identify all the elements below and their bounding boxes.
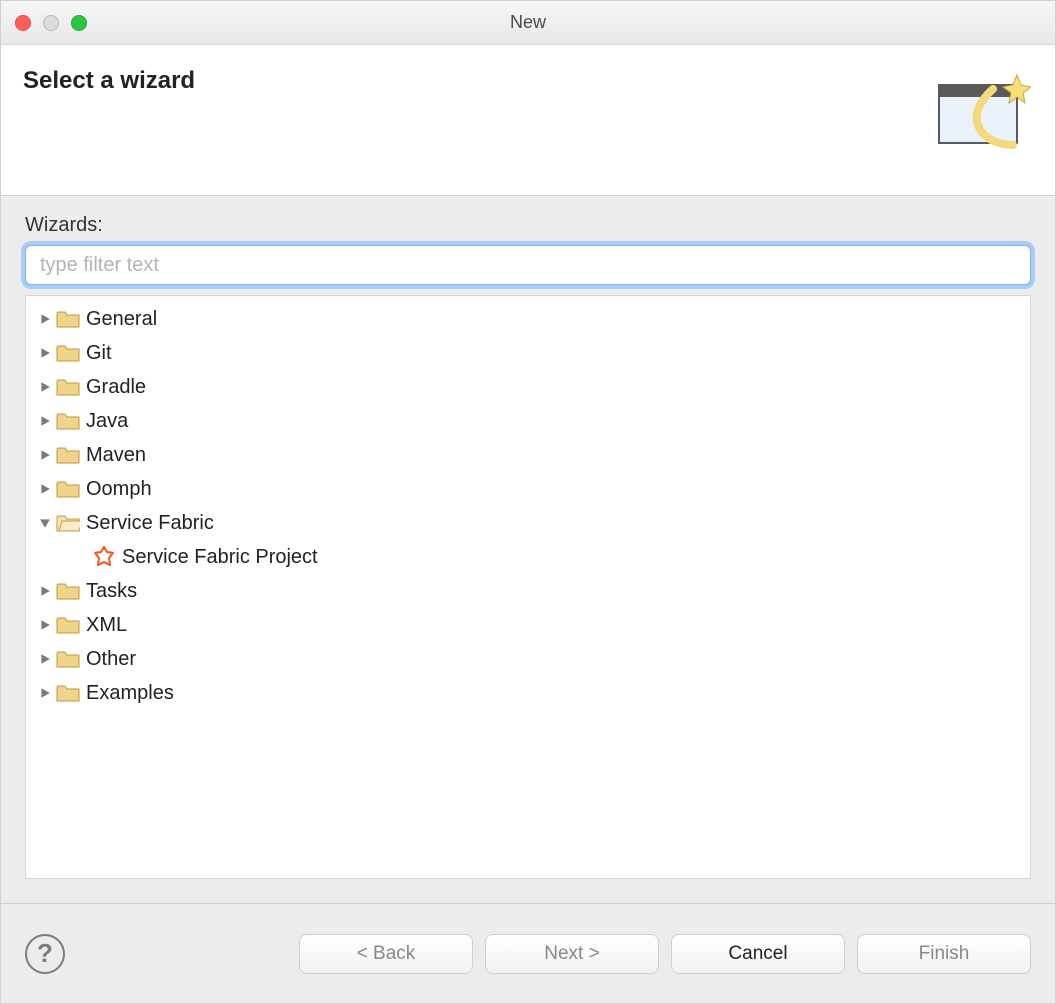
filter-input[interactable] — [25, 245, 1031, 285]
folder-icon — [56, 683, 80, 703]
tree-folder[interactable]: Oomph — [26, 472, 1030, 506]
dialog-footer: ? < Back Next > Cancel Finish — [1, 903, 1055, 1003]
tree-folder-label: Maven — [86, 444, 146, 467]
page-title: Select a wizard — [23, 67, 195, 95]
tree-item-label: Service Fabric Project — [122, 546, 318, 569]
wizard-banner-icon — [921, 67, 1031, 157]
tree-folder[interactable]: XML — [26, 608, 1030, 642]
tree-folder-label: XML — [86, 614, 127, 637]
folder-icon — [56, 445, 80, 465]
tree-folder[interactable]: Other — [26, 642, 1030, 676]
tree-folder-label: Other — [86, 648, 136, 671]
tree-folder-label: Service Fabric — [86, 512, 214, 535]
cancel-button[interactable]: Cancel — [671, 934, 845, 974]
tree-folder-label: Gradle — [86, 376, 146, 399]
help-button[interactable]: ? — [25, 934, 65, 974]
tree-folder[interactable]: Gradle — [26, 370, 1030, 404]
tree-folder[interactable]: Git — [26, 336, 1030, 370]
tree-folder-label: Git — [86, 342, 112, 365]
tree-item[interactable]: Service Fabric Project — [26, 540, 1030, 574]
folder-icon — [56, 513, 80, 533]
tree-folder[interactable]: Maven — [26, 438, 1030, 472]
titlebar: New — [1, 1, 1055, 45]
chevron-right-icon[interactable] — [36, 582, 54, 600]
chevron-right-icon[interactable] — [36, 378, 54, 396]
chevron-right-icon[interactable] — [36, 684, 54, 702]
chevron-right-icon[interactable] — [36, 650, 54, 668]
tree-folder-label: Java — [86, 410, 128, 433]
wizard-dialog: New Select a wizard Wizards: General Git… — [0, 0, 1056, 1004]
tree-folder[interactable]: General — [26, 302, 1030, 336]
window-title: New — [1, 12, 1055, 33]
tree-folder-label: Tasks — [86, 580, 137, 603]
folder-icon — [56, 343, 80, 363]
tree-folder-label: General — [86, 308, 157, 331]
chevron-right-icon[interactable] — [36, 480, 54, 498]
folder-icon — [56, 479, 80, 499]
folder-icon — [56, 649, 80, 669]
tree-folder-label: Examples — [86, 682, 174, 705]
chevron-right-icon[interactable] — [36, 310, 54, 328]
chevron-right-icon[interactable] — [36, 616, 54, 634]
wizard-tree[interactable]: General Git Gradle Java Maven Oomph Serv… — [25, 295, 1031, 879]
chevron-right-icon[interactable] — [36, 446, 54, 464]
folder-icon — [56, 411, 80, 431]
tree-folder[interactable]: Examples — [26, 676, 1030, 710]
dialog-content: Wizards: General Git Gradle Java Maven O… — [1, 196, 1055, 903]
folder-icon — [56, 581, 80, 601]
service-fabric-icon — [92, 547, 116, 567]
dialog-header: Select a wizard — [1, 45, 1055, 196]
next-button[interactable]: Next > — [485, 934, 659, 974]
folder-icon — [56, 377, 80, 397]
tree-folder-label: Oomph — [86, 478, 152, 501]
chevron-right-icon[interactable] — [36, 412, 54, 430]
chevron-right-icon[interactable] — [36, 344, 54, 362]
tree-folder[interactable]: Tasks — [26, 574, 1030, 608]
back-button[interactable]: < Back — [299, 934, 473, 974]
tree-folder[interactable]: Java — [26, 404, 1030, 438]
finish-button[interactable]: Finish — [857, 934, 1031, 974]
wizards-label: Wizards: — [25, 214, 1031, 237]
folder-icon — [56, 615, 80, 635]
tree-folder[interactable]: Service Fabric — [26, 506, 1030, 540]
chevron-down-icon[interactable] — [36, 514, 54, 532]
folder-icon — [56, 309, 80, 329]
